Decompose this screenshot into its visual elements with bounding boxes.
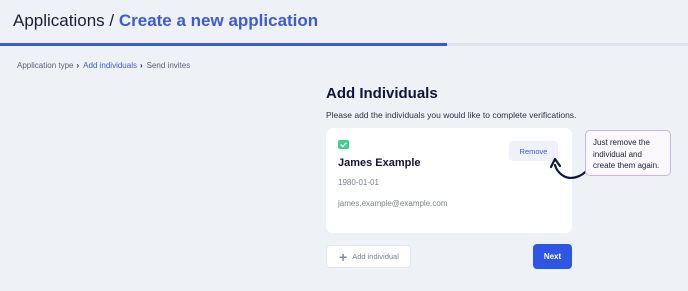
breadcrumb-item-application-type[interactable]: Application type xyxy=(17,61,73,71)
section-title: Add Individuals xyxy=(326,85,438,102)
plus-icon: + xyxy=(339,248,348,265)
individual-email: james.example@example.com xyxy=(338,199,448,208)
add-individual-button[interactable]: + Add individual xyxy=(326,245,411,268)
title-current-page: Create a new application xyxy=(118,11,319,30)
title-breadcrumb-prefix: Applications / xyxy=(13,11,119,30)
breadcrumb-item-add-individuals[interactable]: Add individuals xyxy=(83,61,137,71)
breadcrumb-item-send-invites[interactable]: Send invites xyxy=(147,61,191,71)
progress-bar xyxy=(0,43,688,46)
individual-card: James Example 1980-01-01 james.example@e… xyxy=(326,128,572,233)
individual-name: James Example xyxy=(338,157,421,169)
add-individual-label: Add individual xyxy=(352,252,399,261)
page-title: Applications / Create a new application xyxy=(13,10,318,32)
individual-dob: 1980-01-01 xyxy=(338,178,379,187)
chevron-right-icon: › xyxy=(76,61,80,70)
help-tooltip: Just remove the individual and create th… xyxy=(585,130,671,176)
progress-bar-fill xyxy=(0,43,448,46)
next-button[interactable]: Next xyxy=(533,244,572,269)
breadcrumb: Application type › Add individuals › Sen… xyxy=(17,61,190,71)
check-icon xyxy=(338,140,349,149)
page-header: Applications / Create a new application xyxy=(0,0,688,44)
chevron-right-icon: › xyxy=(139,61,143,70)
section-description: Please add the individuals you would lik… xyxy=(326,110,577,120)
